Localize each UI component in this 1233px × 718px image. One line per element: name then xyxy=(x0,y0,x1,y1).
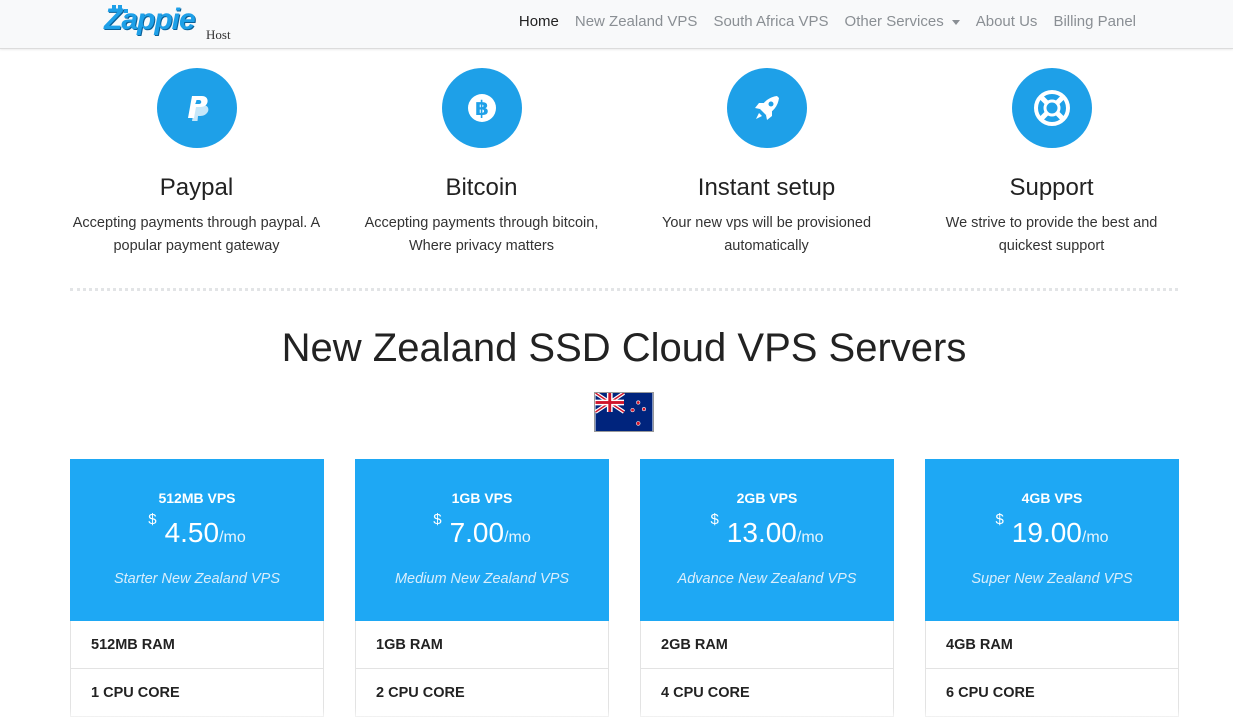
price-currency: $ xyxy=(710,511,719,528)
price-amount: 13.00 xyxy=(726,517,797,548)
price-period: /mo xyxy=(219,529,246,546)
caret-down-icon xyxy=(951,19,960,25)
section-divider xyxy=(70,288,1178,291)
plan-header: 512MB VPS $4.50/mo Starter New Zealand V… xyxy=(70,459,324,621)
brand-name: Zappie xyxy=(104,3,196,36)
feature-title: Support xyxy=(1009,174,1094,201)
plan-feature-ram: 2GB RAM xyxy=(640,621,894,669)
price-amount: 7.00 xyxy=(449,517,505,548)
nav-south-africa-vps[interactable]: South Africa VPS xyxy=(705,13,836,30)
navbar: Zappie Host Home New Zealand VPS South A… xyxy=(0,0,1233,49)
plan-feature-ram: 4GB RAM xyxy=(925,621,1179,669)
bitcoin-icon: ฿ xyxy=(441,68,522,148)
plan-price: $4.50/mo xyxy=(70,511,324,549)
feature-line: We strive to provide the best and xyxy=(945,215,1158,231)
plan-subtitle: Starter New Zealand VPS xyxy=(113,571,281,587)
plan-card-512mb[interactable]: 512MB VPS $4.50/mo Starter New Zealand V… xyxy=(70,459,324,718)
nav-other-services[interactable]: Other Services xyxy=(837,13,968,30)
price-period: /mo xyxy=(1081,529,1109,546)
price-period: /mo xyxy=(504,529,531,546)
feature-line: automatically xyxy=(724,238,809,254)
plan-subtitle: Medium New Zealand VPS xyxy=(394,571,570,587)
feature-line: Your new vps will be provisioned xyxy=(661,215,872,231)
price-amount: 4.50 xyxy=(164,517,220,548)
feature-title: Bitcoin xyxy=(445,174,518,201)
feature-paypal: Paypal Accepting payments through paypal… xyxy=(54,68,339,258)
new-zealand-flag-icon xyxy=(594,392,654,432)
price-currency: $ xyxy=(148,511,157,528)
svg-text:฿: ฿ xyxy=(475,96,489,120)
plan-price: $19.00/mo xyxy=(925,511,1179,549)
feature-line: popular payment gateway xyxy=(113,238,280,254)
nav-new-zealand-vps[interactable]: New Zealand VPS xyxy=(567,13,706,30)
price-period: /mo xyxy=(796,529,824,546)
feature-title: Instant setup xyxy=(697,174,836,201)
nav-other-services-label: Other Services xyxy=(844,12,944,30)
plan-price: $7.00/mo xyxy=(355,511,609,549)
feature-description: Accepting payments through bitcoin, Where… xyxy=(339,212,624,258)
nav-home[interactable]: Home xyxy=(511,13,567,30)
price-currency: $ xyxy=(433,511,442,528)
feature-line: Accepting payments through bitcoin, xyxy=(364,215,599,231)
paypal-icon xyxy=(156,68,237,148)
feature-support: Support We strive to provide the best an… xyxy=(909,68,1194,258)
plan-feature-cpu: 4 CPU CORE xyxy=(640,669,894,717)
plan-card-1gb[interactable]: 1GB VPS $7.00/mo Medium New Zealand VPS … xyxy=(355,459,609,718)
plan-feature-cpu: 2 CPU CORE xyxy=(355,669,609,717)
plan-header: 1GB VPS $7.00/mo Medium New Zealand VPS xyxy=(355,459,609,621)
plan-feature-ram: 512MB RAM xyxy=(70,621,324,669)
plan-subtitle: Advance New Zealand VPS xyxy=(677,571,857,587)
plan-header: 4GB VPS $19.00/mo Super New Zealand VPS xyxy=(925,459,1179,621)
feature-line: Where privacy matters xyxy=(408,238,555,254)
nav-billing-panel[interactable]: Billing Panel xyxy=(1045,13,1144,30)
price-currency: $ xyxy=(995,511,1004,528)
plan-subtitle: Super New Zealand VPS xyxy=(971,571,1133,587)
feature-line: quickest support xyxy=(998,238,1105,254)
plan-name: 4GB VPS xyxy=(1021,490,1083,506)
feature-title: Paypal xyxy=(159,174,234,201)
rocket-icon xyxy=(726,68,807,148)
nav-about-us[interactable]: About Us xyxy=(968,13,1046,30)
feature-description: Accepting payments through paypal. A popu… xyxy=(54,212,339,258)
plan-header: 2GB VPS $13.00/mo Advance New Zealand VP… xyxy=(640,459,894,621)
plan-name: 512MB VPS xyxy=(158,490,236,506)
lifebuoy-icon xyxy=(1011,68,1092,148)
plan-feature-ram: 1GB RAM xyxy=(355,621,609,669)
plan-price: $13.00/mo xyxy=(640,511,894,549)
brand-sub: Host xyxy=(206,27,231,42)
section-title: New Zealand SSD Cloud VPS Servers xyxy=(281,326,967,370)
plan-feature-cpu: 6 CPU CORE xyxy=(925,669,1179,717)
feature-description: We strive to provide the best and quickes… xyxy=(909,212,1194,258)
feature-description: Your new vps will be provisioned automati… xyxy=(624,212,909,258)
plan-feature-cpu: 1 CPU CORE xyxy=(70,669,324,717)
price-amount: 19.00 xyxy=(1011,517,1082,548)
feature-line: Accepting payments through paypal. A xyxy=(72,215,321,231)
plan-card-2gb[interactable]: 2GB VPS $13.00/mo Advance New Zealand VP… xyxy=(640,459,894,718)
plan-name: 2GB VPS xyxy=(736,490,798,506)
feature-bitcoin: ฿ Bitcoin Accepting payments through bit… xyxy=(339,68,624,258)
main-nav: Home New Zealand VPS South Africa VPS Ot… xyxy=(511,0,1144,42)
feature-instant-setup: Instant setup Your new vps will be provi… xyxy=(624,68,909,258)
plan-name: 1GB VPS xyxy=(451,490,513,506)
plan-card-4gb[interactable]: 4GB VPS $19.00/mo Super New Zealand VPS … xyxy=(925,459,1179,718)
brand-logo[interactable]: Zappie Host xyxy=(104,3,239,43)
